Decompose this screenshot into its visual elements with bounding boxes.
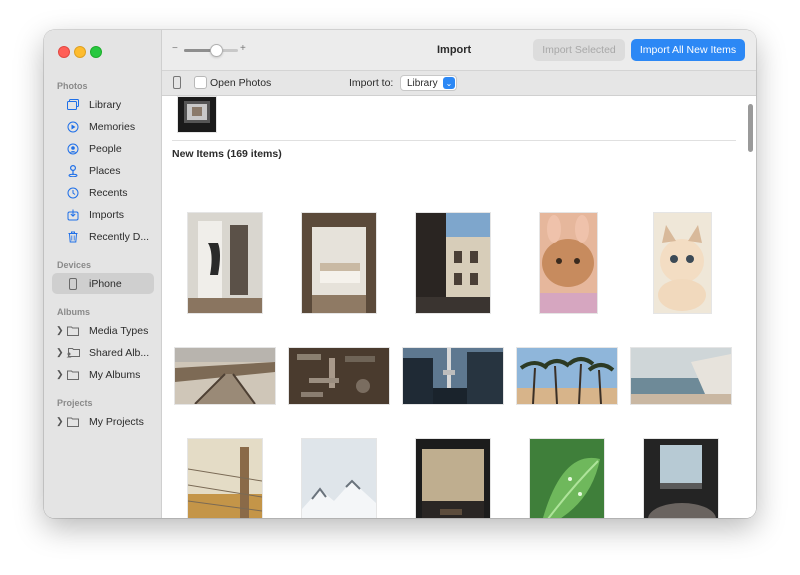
recents-icon: [65, 187, 81, 199]
sidebar-item-imports[interactable]: Imports: [52, 204, 154, 225]
new-items-heading: New Items (169 items): [172, 148, 282, 160]
photo-thumbnail[interactable]: [539, 212, 598, 314]
photo-thumbnail[interactable]: [301, 438, 377, 518]
zoom-out-icon[interactable]: −: [172, 43, 178, 54]
sidebar-item-label: People: [89, 142, 122, 155]
fullscreen-button[interactable]: [90, 46, 102, 58]
photo-thumbnail[interactable]: [630, 347, 732, 405]
sidebar-item-label: My Projects: [89, 415, 144, 428]
sidebar-item-places[interactable]: Places: [52, 160, 154, 181]
zoom-in-icon[interactable]: +: [240, 43, 246, 54]
memories-icon: [65, 121, 81, 133]
sidebar-item-label: Recently D...: [89, 230, 150, 243]
iphone-icon: [173, 76, 181, 89]
sidebar-item-label: Media Types: [89, 324, 149, 337]
import-destination-select[interactable]: Library ⌄: [400, 75, 457, 91]
divider: [172, 140, 736, 141]
sidebar-item-label: Recents: [89, 186, 128, 199]
import-options-bar: Open Photos Import to: Library ⌄: [162, 71, 756, 96]
photo-thumbnail[interactable]: [415, 438, 491, 518]
folder-icon: [65, 369, 81, 380]
chevron-right-icon[interactable]: ❯: [56, 416, 64, 427]
shared-albums-icon: [65, 347, 81, 358]
iphone-icon: [65, 277, 81, 290]
sidebar-item-label: My Albums: [89, 368, 141, 381]
photo-thumbnail[interactable]: [643, 438, 719, 518]
import-destination-value: Library: [407, 78, 438, 89]
photo-thumbnail[interactable]: [187, 438, 263, 518]
open-photos-checkbox[interactable]: [194, 76, 207, 89]
photo-thumbnail[interactable]: [187, 212, 263, 314]
import-content: New Items (169 items): [162, 96, 756, 518]
photo-thumbnail[interactable]: [415, 212, 491, 314]
sidebar-item-label: iPhone: [89, 277, 122, 290]
import-all-new-items-button[interactable]: Import All New Items: [631, 39, 745, 61]
photo-thumbnail[interactable]: [402, 347, 504, 405]
places-icon: [65, 164, 81, 177]
photo-thumbnail[interactable]: [529, 438, 605, 518]
zoom-slider-knob[interactable]: [210, 44, 224, 57]
open-photos-label: Open Photos: [210, 77, 272, 89]
sidebar-item-shared-albums[interactable]: ❯ Shared Alb...: [52, 342, 154, 363]
sidebar-item-recents[interactable]: Recents: [52, 182, 154, 203]
vertical-scrollbar[interactable]: [748, 104, 753, 152]
photo-thumbnail[interactable]: [516, 347, 618, 405]
sidebar-item-my-projects[interactable]: ❯ My Projects: [52, 411, 154, 432]
window-title: Import: [437, 44, 472, 56]
toolbar: − + Import Import Selected Import All Ne…: [162, 30, 756, 71]
chevron-right-icon[interactable]: ❯: [56, 347, 64, 358]
sidebar-item-label: Imports: [89, 208, 125, 221]
sidebar-item-my-albums[interactable]: ❯ My Albums: [52, 364, 154, 385]
minimize-button[interactable]: [74, 46, 86, 58]
folder-icon: [65, 325, 81, 336]
sidebar: Photos Library Memories People Places Re…: [44, 30, 162, 518]
section-title-photos: Photos: [57, 81, 88, 91]
sidebar-item-recently-deleted[interactable]: Recently D...: [52, 226, 154, 247]
import-window: Photos Library Memories People Places Re…: [44, 30, 756, 518]
close-button[interactable]: [58, 46, 70, 58]
sidebar-item-label: Memories: [89, 120, 136, 133]
sidebar-item-media-types[interactable]: ❯ Media Types: [52, 320, 154, 341]
imports-icon: [65, 209, 81, 221]
section-title-devices: Devices: [57, 260, 92, 270]
photo-thumbnail[interactable]: [653, 212, 712, 314]
import-to-label: Import to:: [349, 77, 394, 89]
chevron-right-icon[interactable]: ❯: [56, 325, 64, 336]
section-title-projects: Projects: [57, 398, 93, 408]
photo-thumbnail[interactable]: [301, 212, 377, 314]
chevron-down-icon: ⌄: [443, 77, 455, 89]
sidebar-item-label: Shared Alb...: [89, 346, 150, 359]
people-icon: [65, 143, 81, 155]
sidebar-item-label: Places: [89, 164, 121, 177]
photo-thumbnail[interactable]: [174, 347, 276, 405]
library-icon: [65, 99, 81, 110]
sidebar-item-label: Library: [89, 98, 122, 111]
sidebar-item-iphone[interactable]: iPhone: [52, 273, 154, 294]
chevron-right-icon[interactable]: ❯: [56, 369, 64, 380]
sidebar-item-memories[interactable]: Memories: [52, 116, 154, 137]
section-title-albums: Albums: [57, 307, 91, 317]
photo-thumbnail[interactable]: [177, 96, 217, 133]
sidebar-item-people[interactable]: People: [52, 138, 154, 159]
trash-icon: [65, 231, 81, 243]
photo-thumbnail[interactable]: [288, 347, 390, 405]
import-selected-button[interactable]: Import Selected: [533, 39, 625, 61]
folder-icon: [65, 416, 81, 427]
sidebar-item-library[interactable]: Library: [52, 94, 154, 115]
